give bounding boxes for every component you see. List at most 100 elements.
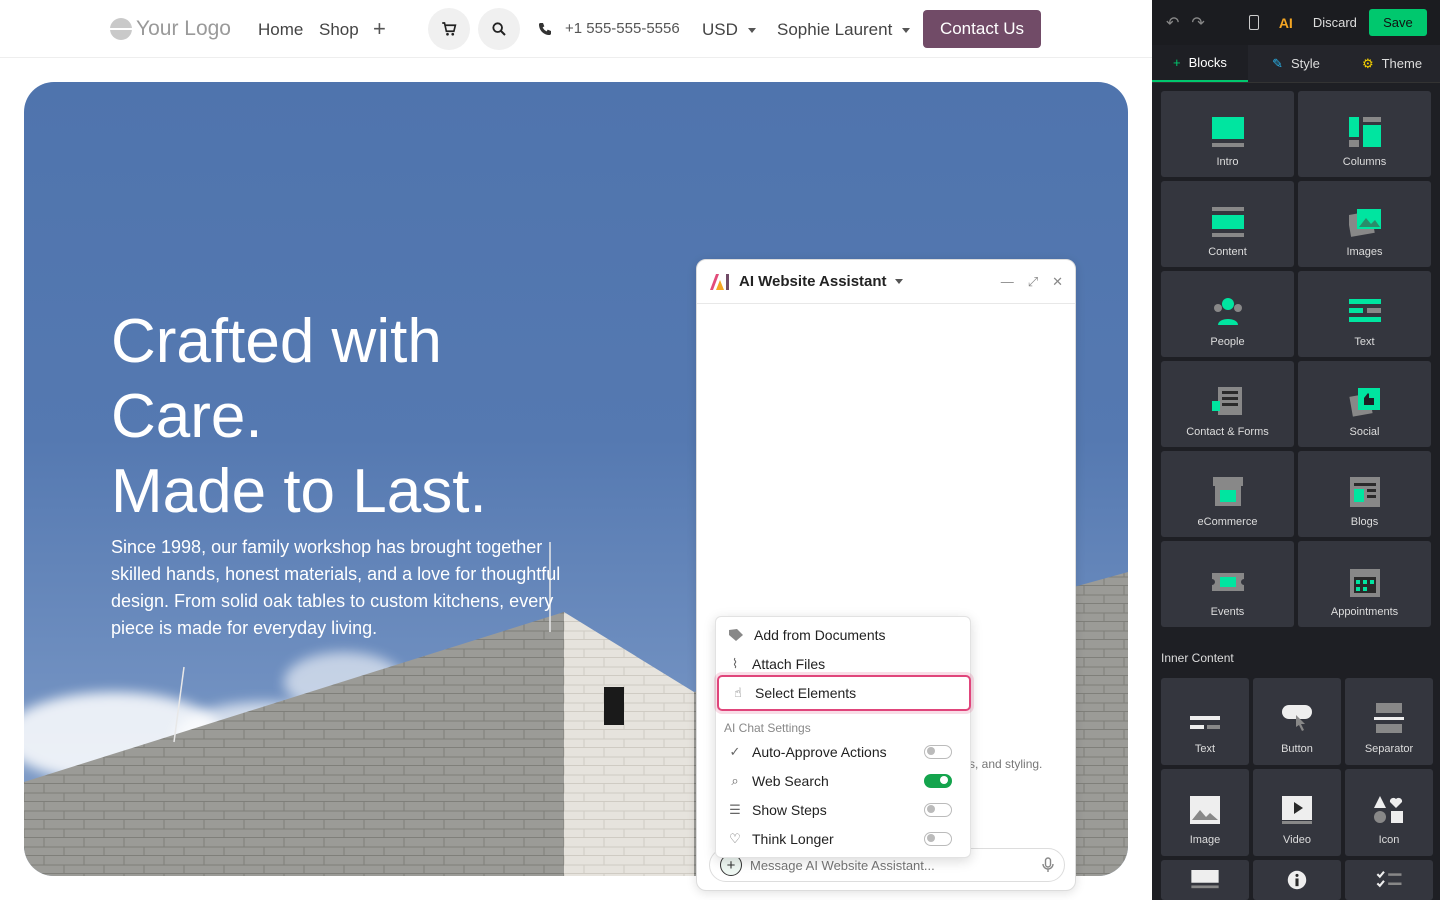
documents-icon	[729, 628, 743, 641]
nav-shop-link[interactable]: Shop	[319, 20, 359, 40]
inner-block-text[interactable]: Text	[1161, 678, 1249, 765]
hero-subtitle[interactable]: Since 1998, our family workshop has brou…	[111, 534, 571, 642]
images-icon	[1348, 209, 1381, 237]
assistant-header: AI Website Assistant — ⤢ ✕	[697, 260, 1075, 304]
setting-label: Auto-Approve Actions	[752, 743, 887, 760]
add-menu-item-icon[interactable]: +	[373, 16, 386, 42]
block-text[interactable]: Text	[1298, 271, 1431, 357]
tab-label: Blocks	[1188, 55, 1227, 70]
block-columns[interactable]: Columns	[1298, 91, 1431, 177]
hero-title-line: Care.	[111, 382, 263, 451]
block-images[interactable]: Images	[1298, 181, 1431, 267]
inner-block-more-2[interactable]	[1253, 860, 1341, 900]
inner-block-icon[interactable]: Icon	[1345, 769, 1433, 856]
block-label: Events	[1210, 606, 1245, 618]
blocks-grid: Intro Columns Content Images People Text…	[1161, 91, 1433, 627]
user-menu-dropdown[interactable]: Sophie Laurent	[777, 20, 911, 40]
inner-block-video[interactable]: Video	[1253, 769, 1341, 856]
block-label: Social	[1349, 426, 1380, 438]
minimize-icon[interactable]: —	[1001, 274, 1014, 290]
close-icon[interactable]: ✕	[1052, 274, 1063, 290]
inner-block-more-3[interactable]	[1345, 860, 1433, 900]
block-label: Text	[1354, 336, 1375, 348]
editor-sidebar: ↶ ↷ AI Discard Save + Blocks ✎ Style ⚙ T…	[1152, 0, 1440, 900]
tab-blocks[interactable]: + Blocks	[1152, 45, 1248, 82]
expand-icon[interactable]: ⤢	[1028, 274, 1038, 290]
setting-auto-approve[interactable]: ✓ Auto-Approve Actions	[716, 737, 972, 766]
columns-icon	[1348, 117, 1381, 147]
auto-approve-toggle[interactable]	[924, 744, 952, 759]
inner-block-button[interactable]: Button	[1253, 678, 1341, 765]
search-icon	[492, 22, 506, 36]
lightbulb-icon: ♡	[729, 830, 741, 846]
ai-logo-icon	[710, 273, 729, 290]
setting-web-search[interactable]: ⌕ Web Search	[716, 766, 972, 795]
block-label: Separator	[1364, 743, 1414, 755]
block-people[interactable]: People	[1161, 271, 1294, 357]
phone-link[interactable]: +1 555-555-5556	[537, 20, 680, 37]
pencil-icon: ✎	[1272, 55, 1283, 71]
paperclip-icon: ⌇	[731, 655, 739, 671]
block-social[interactable]: Social	[1298, 361, 1431, 447]
calendar-icon	[1349, 569, 1380, 597]
web-search-toggle[interactable]	[924, 773, 952, 788]
think-longer-toggle[interactable]	[924, 831, 952, 846]
block-appointments[interactable]: Appointments	[1298, 541, 1431, 627]
microphone-icon[interactable]	[1042, 857, 1054, 873]
inner-block-more-1[interactable]	[1161, 860, 1249, 900]
block-intro[interactable]: Intro	[1161, 91, 1294, 177]
undo-icon[interactable]: ↶	[1166, 13, 1179, 33]
block-label: Icon	[1378, 834, 1400, 846]
block-label: Image	[1189, 834, 1221, 846]
mobile-preview-icon[interactable]	[1248, 15, 1259, 30]
chevron-down-icon[interactable]	[894, 279, 903, 284]
phone-icon	[539, 22, 551, 35]
hero-title[interactable]: Crafted with Care. Made to Last.	[111, 304, 631, 529]
inner-block-image[interactable]: Image	[1161, 769, 1249, 856]
chat-message-input[interactable]	[750, 857, 1034, 873]
block-label: People	[1210, 336, 1245, 348]
text-icon	[1348, 299, 1381, 322]
block-contact-forms[interactable]: Contact & Forms	[1161, 361, 1294, 447]
block-events[interactable]: Events	[1161, 541, 1294, 627]
editor-tabs: + Blocks ✎ Style ⚙ Theme	[1152, 45, 1440, 83]
site-logo[interactable]: Your Logo	[110, 17, 231, 41]
menu-item-attach-files[interactable]: ⌇ Attach Files	[716, 649, 972, 678]
cart-button[interactable]	[428, 8, 470, 50]
currency-dropdown[interactable]: USD	[702, 20, 756, 40]
tab-theme[interactable]: ⚙ Theme	[1344, 45, 1440, 82]
block-blogs[interactable]: Blogs	[1298, 451, 1431, 537]
menu-item-select-elements[interactable]: ☝ Select Elements	[717, 675, 971, 711]
redo-icon[interactable]: ↷	[1191, 13, 1204, 33]
intro-icon	[1211, 117, 1244, 147]
nav-home-link[interactable]: Home	[258, 20, 303, 40]
assistant-title: AI Website Assistant	[739, 273, 887, 290]
discard-button[interactable]: Discard	[1313, 15, 1357, 30]
check-badge-icon: ✓	[729, 743, 741, 759]
ai-button[interactable]: AI	[1279, 15, 1293, 31]
assistant-message-text: s, and styling.	[969, 757, 1043, 771]
currency-value: USD	[702, 20, 738, 39]
show-steps-toggle[interactable]	[924, 802, 952, 817]
hand-pointer-icon: ☝	[734, 685, 742, 700]
user-name: Sophie Laurent	[777, 20, 893, 39]
blog-icon	[1349, 477, 1380, 507]
phone-number: +1 555-555-5556	[565, 20, 680, 37]
block-label: Blogs	[1350, 516, 1379, 528]
contact-us-button[interactable]: Contact Us	[923, 10, 1041, 48]
save-button[interactable]: Save	[1368, 9, 1427, 36]
block-label: Images	[1346, 246, 1383, 258]
block-label: Text	[1194, 743, 1216, 755]
block-label: Button	[1281, 743, 1313, 755]
block-content[interactable]: Content	[1161, 181, 1294, 267]
button-icon	[1282, 705, 1312, 731]
tab-style[interactable]: ✎ Style	[1248, 45, 1344, 82]
chevron-down-icon	[747, 27, 756, 33]
search-button[interactable]	[478, 8, 520, 50]
setting-show-steps[interactable]: ☰ Show Steps	[716, 795, 972, 824]
block-ecommerce[interactable]: eCommerce	[1161, 451, 1294, 537]
setting-think-longer[interactable]: ♡ Think Longer	[716, 824, 972, 853]
inner-block-separator[interactable]: Separator	[1345, 678, 1433, 765]
menu-item-add-from-documents[interactable]: Add from Documents	[716, 620, 972, 649]
block-label: Appointments	[1330, 606, 1399, 618]
